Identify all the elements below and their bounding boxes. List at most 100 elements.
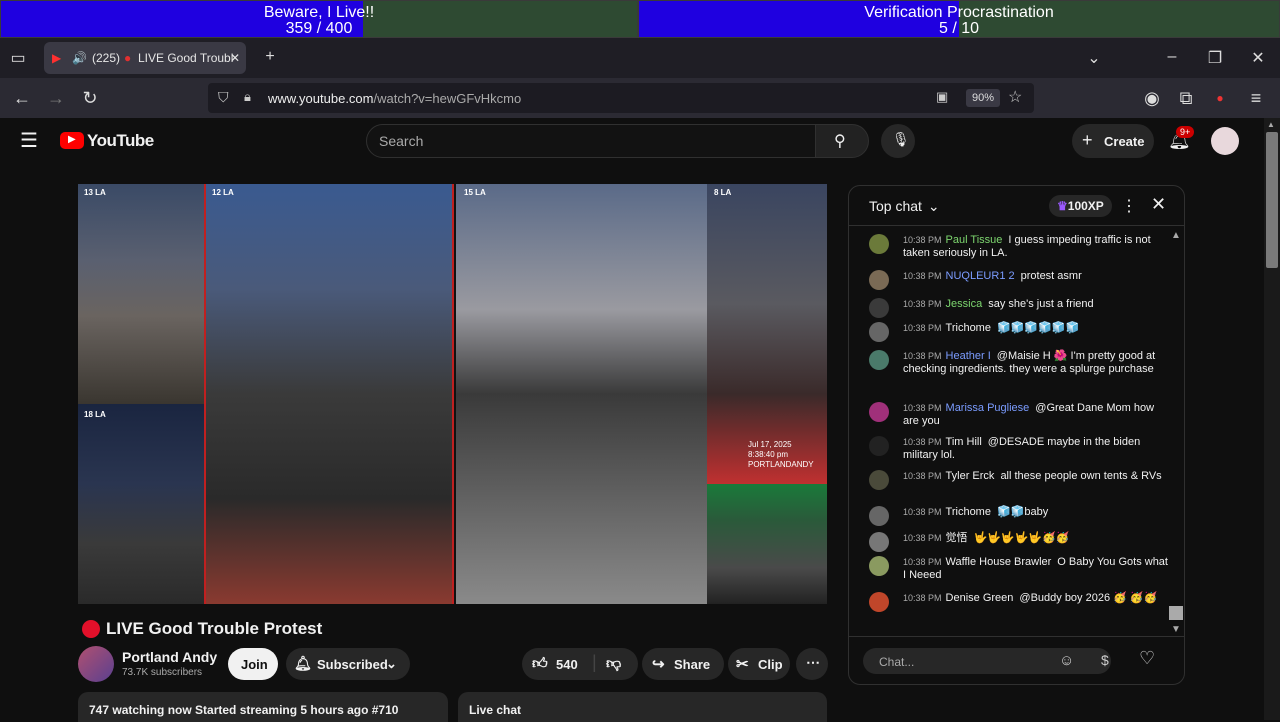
menu-icon[interactable]: ≡ bbox=[1246, 88, 1266, 109]
scroll-down-icon[interactable]: ▼ bbox=[1171, 624, 1181, 635]
live-chat-panel: Top chat ⌄ ♛100XP ⋮ ✕ 10:38 PM Paul Tissu… bbox=[848, 185, 1185, 685]
clip-button[interactable]: ✂ Clip bbox=[728, 648, 790, 680]
play-triangle-icon: ▶ bbox=[68, 134, 76, 145]
account-icon[interactable]: ◉ bbox=[1142, 88, 1162, 109]
speaker-icon[interactable]: 🔊 bbox=[72, 51, 87, 65]
clip-label: Clip bbox=[758, 657, 783, 672]
close-chat-icon[interactable]: ✕ bbox=[1151, 194, 1166, 215]
chat-text: 🧊🧊🧊🧊🧊🧊 bbox=[996, 322, 1080, 334]
lock-icon[interactable]: 🔒︎ bbox=[244, 89, 251, 105]
close-window-icon[interactable]: ✕ bbox=[1248, 48, 1268, 68]
chat-author[interactable]: Heather I bbox=[946, 350, 991, 362]
chat-author-avatar[interactable] bbox=[869, 436, 889, 456]
live-chat-replay-box[interactable]: Live chat bbox=[458, 692, 827, 722]
chat-author-avatar[interactable] bbox=[869, 234, 889, 254]
emoji-icon[interactable]: ☺ bbox=[1059, 652, 1074, 669]
page-scroll-up-icon[interactable]: ▲ bbox=[1267, 120, 1275, 129]
chat-author[interactable]: Tyler Erck bbox=[946, 470, 995, 482]
channel-name[interactable]: Portland Andy bbox=[122, 649, 217, 665]
forward-icon[interactable]: → bbox=[46, 88, 66, 109]
chat-author[interactable]: Tim Hill bbox=[946, 436, 982, 448]
guide-menu-icon[interactable]: ☰ bbox=[20, 128, 38, 153]
chevron-down-icon: ⌄ bbox=[927, 198, 940, 214]
share-button[interactable]: ↪ Share bbox=[642, 648, 724, 680]
tab-close-icon[interactable]: ✕ bbox=[230, 51, 240, 65]
xp-badge[interactable]: ♛100XP bbox=[1049, 195, 1112, 217]
scroll-up-icon[interactable]: ▲ bbox=[1171, 230, 1181, 241]
chat-timestamp: 10:38 PM bbox=[903, 533, 942, 543]
bell-icon: 🔔︎ bbox=[294, 655, 312, 671]
chat-message: 10:38 PM 觉悟 🤟🤟🤟🤟🤟🥳🥳 bbox=[869, 532, 1169, 552]
youtube-logo-text[interactable]: YouTube bbox=[87, 131, 154, 151]
chat-text: 🧊🧊baby bbox=[996, 506, 1049, 518]
chat-author-avatar[interactable] bbox=[869, 402, 889, 422]
create-button[interactable]: + Create bbox=[1072, 124, 1154, 158]
url-text[interactable]: www.youtube.com/watch?v=hewGFvHkcmo bbox=[268, 91, 521, 106]
super-chat-icon[interactable]: $ bbox=[1101, 652, 1109, 668]
dislike-icon[interactable]: 👎︎ bbox=[606, 655, 621, 673]
reload-icon[interactable]: ↻ bbox=[80, 88, 100, 109]
youtube-logo-icon[interactable]: ▶ bbox=[60, 132, 84, 149]
more-actions-button[interactable]: ⋯ bbox=[796, 648, 828, 680]
restore-icon[interactable]: ❐ bbox=[1205, 48, 1225, 68]
chat-message: 10:38 PM Jessica say she's just a friend bbox=[869, 298, 1169, 318]
create-label: Create bbox=[1104, 134, 1145, 149]
search-button[interactable]: ⚲ bbox=[815, 124, 869, 158]
description-box[interactable]: 747 watching now Started streaming 5 hou… bbox=[78, 692, 448, 722]
chat-author-avatar[interactable] bbox=[869, 532, 889, 552]
chat-author[interactable]: Paul Tissue bbox=[946, 234, 1003, 246]
tile-3-tag: 15 LA bbox=[464, 188, 486, 197]
chat-author[interactable]: Denise Green bbox=[946, 592, 1014, 604]
chat-author-avatar[interactable] bbox=[869, 506, 889, 526]
tile-5-tag: 18 LA bbox=[84, 410, 106, 419]
like-icon[interactable]: 👍︎ bbox=[532, 655, 548, 673]
heart-icon[interactable]: ♡ bbox=[1139, 648, 1155, 669]
chat-author[interactable]: Waffle House Brawler bbox=[946, 556, 1052, 568]
top-chat-dropdown[interactable]: Top chat ⌄ bbox=[869, 198, 940, 215]
voice-search-button[interactable]: 🎙︎ bbox=[881, 124, 915, 158]
subscribed-button[interactable]: 🔔︎ Subscribed ⌄ bbox=[286, 648, 410, 680]
goal-bars: Beware, I Live!! 359 / 400 Verification … bbox=[0, 0, 1280, 38]
chat-author-avatar[interactable] bbox=[869, 592, 889, 612]
minimize-icon[interactable]: – bbox=[1162, 48, 1182, 66]
bookmark-star-icon[interactable]: ☆ bbox=[1008, 87, 1022, 107]
image-blocked-icon[interactable]: ▣ bbox=[936, 89, 948, 105]
zoom-level[interactable]: 90% bbox=[966, 89, 1001, 107]
browser-tab-youtube[interactable]: ▶ 🔊 (225) ● LIVE Good Troubl ✕ bbox=[44, 42, 246, 74]
goal-bar-1: Beware, I Live!! 359 / 400 bbox=[0, 0, 638, 38]
shield-icon[interactable]: ⛉ bbox=[218, 89, 229, 106]
page-scrollbar-thumb[interactable] bbox=[1266, 132, 1278, 268]
back-icon[interactable]: ← bbox=[12, 88, 32, 109]
tab-list-icon[interactable]: ▭ bbox=[8, 48, 28, 68]
list-all-tabs-icon[interactable]: ⌄ bbox=[1084, 48, 1104, 68]
chat-author-avatar[interactable] bbox=[869, 270, 889, 290]
chat-author[interactable]: NUQLEUR1 2 bbox=[946, 270, 1015, 282]
channel-avatar[interactable] bbox=[78, 646, 114, 682]
chat-more-icon[interactable]: ⋮ bbox=[1121, 196, 1137, 216]
chat-message: 10:38 PM Tim Hill @DESADE maybe in the bid… bbox=[869, 436, 1169, 462]
search-input[interactable]: Search bbox=[366, 124, 816, 158]
chat-author-avatar[interactable] bbox=[869, 298, 889, 318]
chat-author-avatar[interactable] bbox=[869, 556, 889, 576]
page-scrollbar[interactable]: ▲ bbox=[1264, 118, 1280, 720]
new-tab-button[interactable]: + bbox=[260, 48, 280, 66]
crown-icon: ♛ bbox=[1057, 199, 1068, 213]
chat-author-avatar[interactable] bbox=[869, 322, 889, 342]
video-player[interactable]: 13 LA 12 LA 15 LA 8 LA 18 LA Jul 17, 202… bbox=[78, 184, 827, 604]
extension-icon[interactable]: ● bbox=[1210, 91, 1230, 105]
chat-author-avatar[interactable] bbox=[869, 470, 889, 490]
notification-badge: 9+ bbox=[1176, 126, 1195, 138]
chat-author[interactable]: Trichome bbox=[946, 322, 991, 334]
chat-scrollbar-thumb[interactable] bbox=[1169, 606, 1183, 620]
chat-input[interactable]: Chat... ☺ bbox=[863, 648, 1111, 674]
chat-author[interactable]: Trichome bbox=[946, 506, 991, 518]
chat-author[interactable]: Marissa Pugliese bbox=[946, 402, 1030, 414]
chat-author-avatar[interactable] bbox=[869, 350, 889, 370]
join-button[interactable]: Join bbox=[228, 648, 278, 680]
address-bar[interactable]: ⛉ 🔒︎ www.youtube.com/watch?v=hewGFvHkcmo… bbox=[208, 83, 1034, 113]
chat-author[interactable]: Jessica bbox=[946, 298, 983, 310]
extensions-icon[interactable]: ⧉ bbox=[1176, 88, 1196, 109]
chat-timestamp: 10:38 PM bbox=[903, 471, 942, 481]
avatar[interactable] bbox=[1211, 127, 1239, 155]
chat-author[interactable]: 觉悟 bbox=[946, 532, 968, 544]
